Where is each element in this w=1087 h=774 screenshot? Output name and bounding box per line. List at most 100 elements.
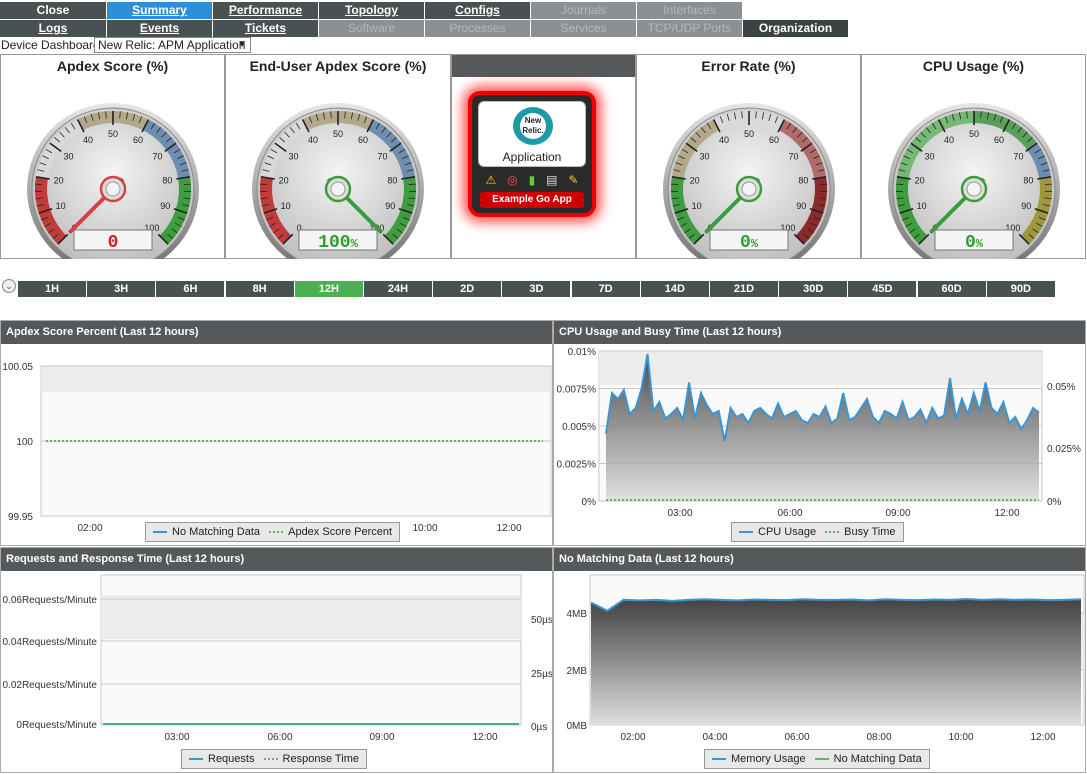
device-status-box[interactable]: New Relic. Application ⚠ ◎ ▮ ▤ ✎ Example… <box>468 91 596 217</box>
device-name-button[interactable]: Example Go App <box>480 192 584 208</box>
chart-legend: Requests Response Time <box>181 749 367 769</box>
gauge-tick-label: 40 <box>83 135 93 145</box>
time-range-8h[interactable]: 8H <box>225 281 294 297</box>
legend-item[interactable]: No Matching Data <box>153 526 260 538</box>
tab-processes: Processes <box>425 20 530 37</box>
y-tick-label: 0.0025% <box>557 460 597 471</box>
gauge-title: End-User Apdex Score (%) <box>249 58 427 74</box>
device-dashboard-select[interactable]: New Relic: APM Application ▼ <box>94 37 251 53</box>
tab-topology[interactable]: Topology <box>319 2 424 19</box>
chart-title: CPU Usage and Busy Time (Last 12 hours) <box>554 321 1085 344</box>
x-tick-label: 06:00 <box>777 508 802 519</box>
x-tick-label: 04:00 <box>702 732 727 743</box>
tab-software: Software <box>319 20 424 37</box>
time-range-6h[interactable]: 6H <box>156 281 225 297</box>
gauge-tick-label: 20 <box>690 175 700 185</box>
time-range-3d[interactable]: 3D <box>502 281 571 297</box>
device-panel-header <box>452 55 635 77</box>
wrench-icon[interactable]: ✎ <box>568 173 578 187</box>
logo-text: New Relic. <box>520 113 546 139</box>
time-range-90d[interactable]: 90D <box>986 281 1055 297</box>
device-dashboard-label: Device Dashboard: <box>1 38 104 52</box>
time-range-45d[interactable]: 45D <box>848 281 917 297</box>
time-range-7d[interactable]: 7D <box>571 281 640 297</box>
y-tick-label: 0.01% <box>568 347 596 358</box>
gauge-value-unit: % <box>751 237 759 251</box>
chart-memory: No Matching Data (Last 12 hours) 4MB 2MB 0… <box>553 547 1086 773</box>
collapse-toggle-icon[interactable]: ⌄ <box>2 279 16 293</box>
tab-organization[interactable]: Organization <box>743 20 848 37</box>
y-tick-label: 100.05 <box>2 362 33 373</box>
x-tick-label: 12:00 <box>1030 732 1055 743</box>
gauge-tick-label: 10 <box>917 201 927 211</box>
legend-item[interactable]: Requests <box>189 753 254 765</box>
lifebuoy-icon[interactable]: ◎ <box>507 173 517 187</box>
x-tick-label: 10:00 <box>412 523 437 534</box>
time-range-12h[interactable]: 12H <box>294 281 363 297</box>
gauge-tick-label: 80 <box>162 175 172 185</box>
tab-logs[interactable]: Logs <box>0 20 106 37</box>
time-range-14d[interactable]: 14D <box>640 281 709 297</box>
time-range-21d[interactable]: 21D <box>710 281 778 297</box>
y-tick-label: 0% <box>582 497 597 508</box>
time-range-60d[interactable]: 60D <box>917 281 986 297</box>
gauge-value: 0 <box>108 233 119 253</box>
gauge-hub-center <box>966 181 982 197</box>
tab-journals: Journals <box>531 2 636 19</box>
gauge-title: Apdex Score (%) <box>56 58 169 74</box>
time-range-24h[interactable]: 24H <box>364 281 432 297</box>
gauge-tick-label: 40 <box>719 135 729 145</box>
gauge-tick-label: 30 <box>699 152 709 162</box>
gauge-tick-label: 20 <box>54 175 64 185</box>
legend-item[interactable]: No Matching Data <box>814 753 922 765</box>
tab-configs[interactable]: Configs <box>425 2 530 19</box>
gauge-tick-label: 80 <box>1023 175 1033 185</box>
tab-events[interactable]: Events <box>107 20 212 37</box>
gauge-panel-error-rate: Error Rate (%) 01020304050607080901000% <box>636 54 861 259</box>
apdex-chart-plot: 100.0510099.9502:0004:0006:0008:0010:001… <box>2 362 552 534</box>
time-range-3h[interactable]: 3H <box>87 281 156 297</box>
tab-close[interactable]: Close <box>0 2 106 19</box>
gauge-tick-label: 80 <box>798 175 808 185</box>
plot-band <box>101 595 521 639</box>
gauge-tick-label: 10 <box>692 201 702 211</box>
y-tick-label: 0.02Requests/Minute <box>2 680 97 691</box>
gauge-tick-label: 60 <box>133 135 143 145</box>
series-memory-usage-area <box>591 599 1081 725</box>
tab-interfaces: Interfaces <box>637 2 742 19</box>
y-tick-label: 0Requests/Minute <box>16 720 97 731</box>
legend-item[interactable]: CPU Usage <box>739 526 816 538</box>
legend-item[interactable]: Apdex Score Percent <box>269 526 392 538</box>
apdex-gauge: 01020304050607080901000 <box>27 103 199 259</box>
legend-item[interactable]: Response Time <box>263 753 359 765</box>
y2-tick-label: 0µs <box>531 722 547 733</box>
gauge-title: Error Rate (%) <box>701 58 796 74</box>
gauge-title: CPU Usage (%) <box>922 58 1025 74</box>
tab-tickets[interactable]: Tickets <box>213 20 318 37</box>
new-relic-logo: New Relic. <box>513 107 553 145</box>
y-tick-label: 0.04Requests/Minute <box>2 637 97 648</box>
gauge-tick-label: 70 <box>152 152 162 162</box>
warning-icon[interactable]: ⚠ <box>485 173 496 187</box>
gauge-tick-label: 20 <box>279 175 289 185</box>
chart-legend: No Matching Data Apdex Score Percent <box>145 522 401 542</box>
legend-item[interactable]: Busy Time <box>825 526 896 538</box>
gauge-tick-label: 10 <box>281 201 291 211</box>
x-tick-label: 09:00 <box>885 508 910 519</box>
printer-icon[interactable]: ▤ <box>546 173 557 187</box>
x-tick-label: 06:00 <box>267 732 292 743</box>
tab-summary[interactable]: Summary <box>107 2 212 19</box>
chart-title: Apdex Score Percent (Last 12 hours) <box>1 321 552 344</box>
time-range-30d[interactable]: 30D <box>779 281 848 297</box>
gauge-tick-label: 60 <box>358 135 368 145</box>
gauge-tick-label: 90 <box>1021 201 1031 211</box>
legend-item[interactable]: Memory Usage <box>712 753 806 765</box>
time-range-1h[interactable]: 1H <box>18 281 86 297</box>
gauge-tick-label: 70 <box>1013 152 1023 162</box>
tab-performance[interactable]: Performance <box>213 2 318 19</box>
gauge-tick-label: 50 <box>333 129 343 139</box>
gauge-tick-label: 90 <box>160 201 170 211</box>
signal-bars-icon[interactable]: ▮ <box>529 173 536 187</box>
y-tick-label: 4MB <box>566 609 587 620</box>
time-range-2d[interactable]: 2D <box>433 281 502 297</box>
